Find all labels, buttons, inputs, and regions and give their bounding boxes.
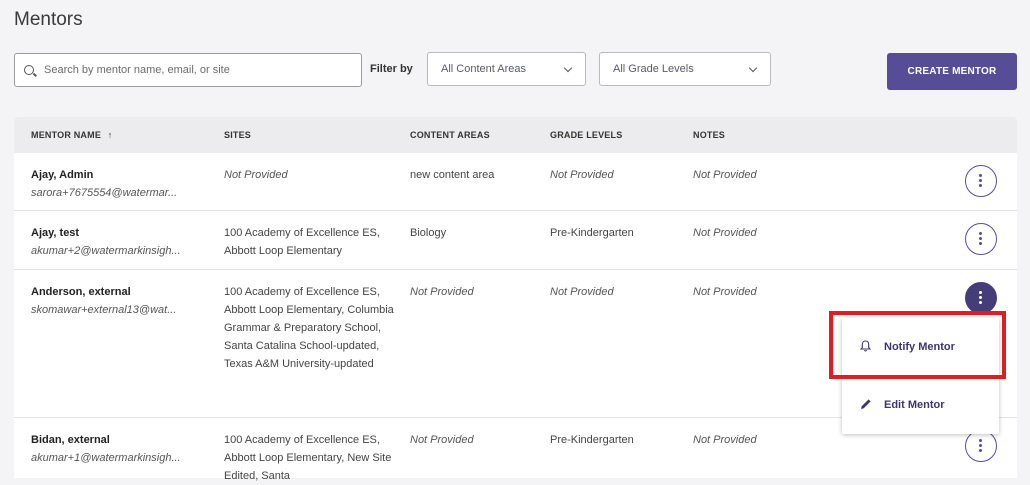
- page-title: Mentors: [14, 9, 83, 30]
- mentor-email: skomawar+external13@wat...: [31, 304, 177, 316]
- edit-mentor-label: Edit Mentor: [884, 399, 945, 411]
- mentor-email: akumar+2@watermarkinsigh...: [31, 245, 181, 257]
- mentor-sites: 100 Academy of Excellence ES, Abbott Loo…: [224, 227, 380, 257]
- filter-label: Filter by: [370, 63, 413, 75]
- pencil-icon: [860, 398, 874, 413]
- mentor-content-areas: Not Provided: [410, 286, 474, 298]
- mentor-name: Ajay, test: [31, 227, 80, 239]
- row-actions-button[interactable]: [965, 282, 997, 314]
- mentor-sites: Not Provided: [224, 169, 288, 181]
- search-icon: [24, 65, 34, 75]
- mentor-email: sarora+7675554@watermar...: [31, 187, 178, 199]
- chevron-down-icon: [748, 63, 758, 73]
- mentor-name: Bidan, external: [31, 434, 110, 446]
- sort-arrow-icon: ↑: [107, 130, 113, 140]
- header-notes: NOTES: [693, 130, 726, 140]
- grade-level-select[interactable]: All Grade Levels: [599, 52, 771, 86]
- kebab-icon: [979, 291, 982, 294]
- content-area-select-value: All Content Areas: [441, 63, 526, 75]
- header-mentor-name-label: MENTOR NAME: [31, 130, 102, 140]
- mentor-name: Ajay, Admin: [31, 169, 94, 181]
- highlight-box: [829, 311, 1006, 379]
- row-actions-button[interactable]: [965, 165, 997, 197]
- mentor-notes: Not Provided: [693, 286, 757, 298]
- mentor-name: Anderson, external: [31, 286, 131, 298]
- mentor-grade-levels: Pre-Kindergarten: [550, 227, 634, 239]
- mentor-content-areas: Not Provided: [410, 434, 474, 446]
- table-header: MENTOR NAME ↑ SITES CONTENT AREAS GRADE …: [14, 117, 1017, 153]
- chevron-down-icon: [563, 63, 573, 73]
- mentor-email: akumar+1@watermarkinsigh...: [31, 452, 181, 464]
- row-actions-button[interactable]: [965, 223, 997, 255]
- search-input[interactable]: [42, 63, 346, 77]
- table-row: Ajay, Admin sarora+7675554@watermar... N…: [14, 153, 1017, 211]
- header-sites: SITES: [224, 130, 252, 140]
- header-grade-levels: GRADE LEVELS: [550, 130, 623, 140]
- mentor-notes: Not Provided: [693, 434, 757, 446]
- mentor-grade-levels: Not Provided: [550, 169, 614, 181]
- search-box[interactable]: [14, 53, 362, 87]
- mentor-content-areas: new content area: [410, 169, 495, 181]
- create-mentor-button[interactable]: CREATE MENTOR: [887, 53, 1017, 90]
- mentor-sites: 100 Academy of Excellence ES, Abbott Loo…: [224, 434, 392, 482]
- kebab-icon: [979, 232, 982, 235]
- mentor-notes: Not Provided: [693, 227, 757, 239]
- content-area-select[interactable]: All Content Areas: [427, 52, 586, 86]
- header-mentor-name[interactable]: MENTOR NAME ↑: [31, 130, 112, 140]
- grade-level-select-value: All Grade Levels: [613, 63, 694, 75]
- mentor-grade-levels: Pre-Kindergarten: [550, 434, 634, 446]
- mentor-sites: 100 Academy of Excellence ES, Abbott Loo…: [224, 286, 394, 370]
- kebab-icon: [979, 174, 982, 177]
- table-row: Ajay, test akumar+2@watermarkinsigh... 1…: [14, 211, 1017, 270]
- header-content-areas: CONTENT AREAS: [410, 130, 490, 140]
- mentor-grade-levels: Not Provided: [550, 286, 614, 298]
- mentor-notes: Not Provided: [693, 169, 757, 181]
- kebab-icon: [979, 439, 982, 442]
- edit-mentor-menu-item[interactable]: Edit Mentor: [842, 376, 999, 434]
- mentor-content-areas: Biology: [410, 227, 447, 239]
- row-actions-button[interactable]: [965, 430, 997, 462]
